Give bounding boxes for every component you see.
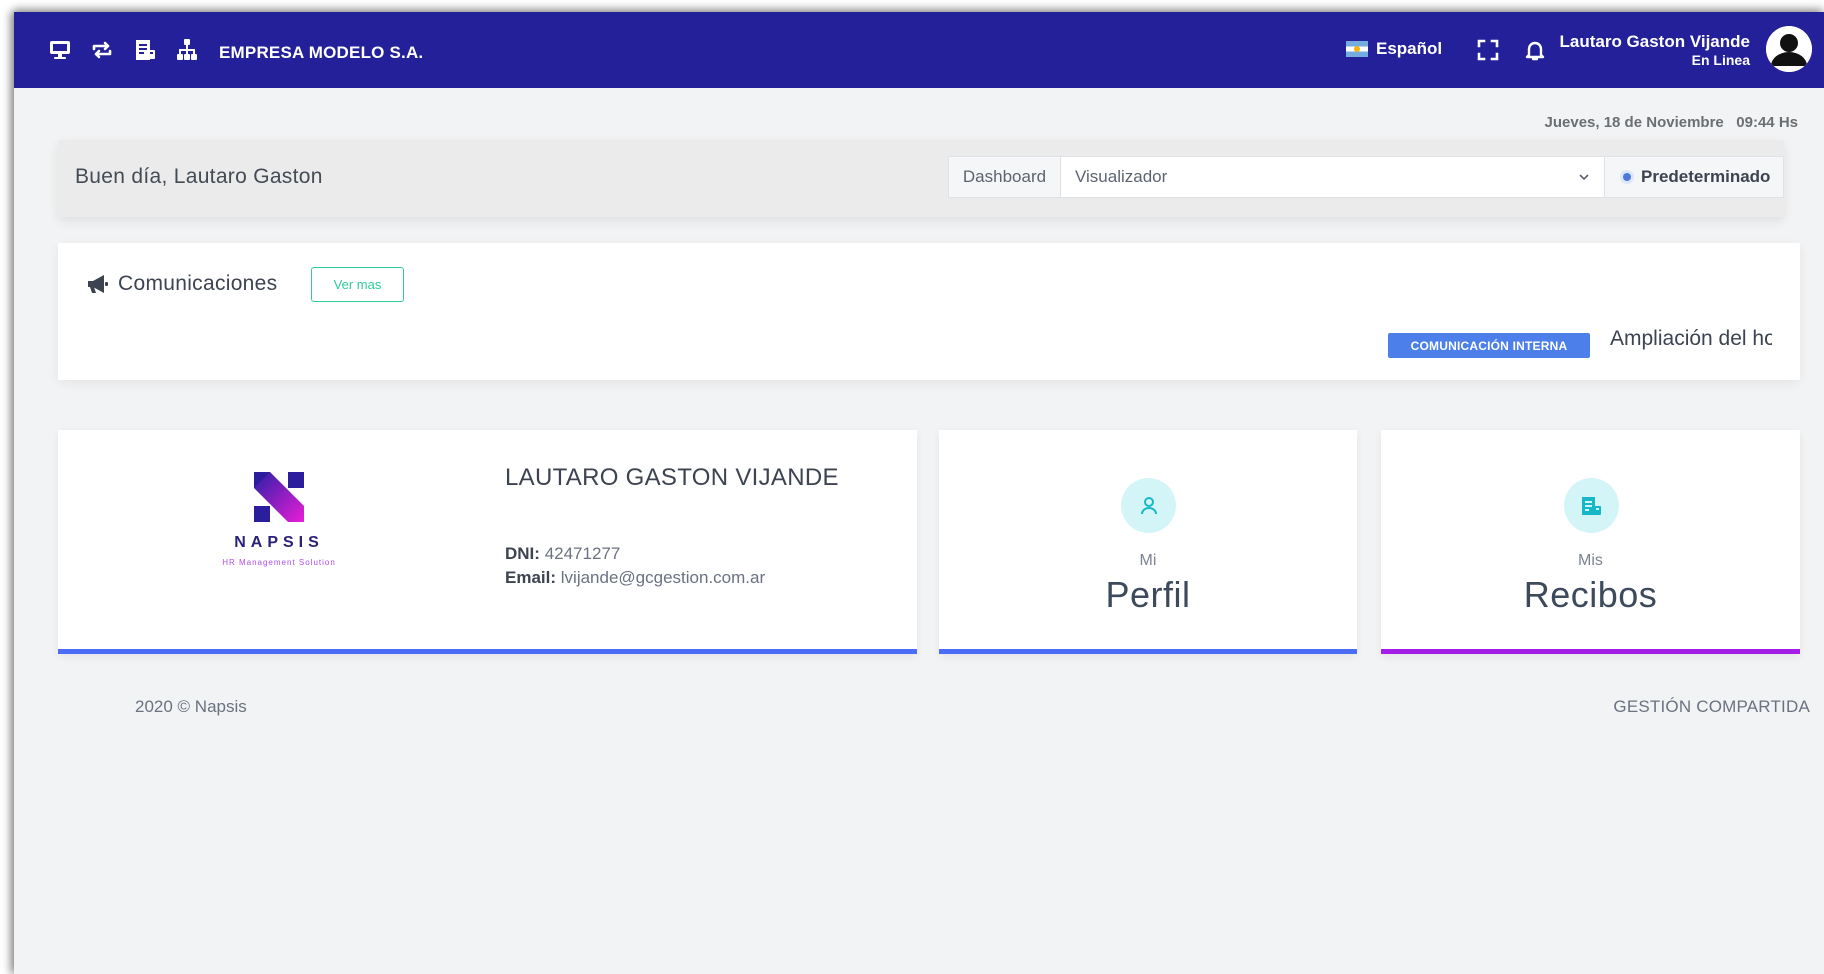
swap-icon[interactable] — [89, 37, 115, 63]
receipt-icon[interactable] — [132, 37, 158, 63]
logo-name: NAPSIS — [234, 534, 324, 551]
greeting-bar: Buen día, Lautaro Gaston Dashboard Visua… — [58, 140, 1784, 217]
logo-tagline: HR Management Solution — [222, 558, 336, 567]
footer-brand: GESTIÓN COMPARTIDA — [1613, 697, 1810, 716]
recibos-title: Recibos — [1523, 574, 1658, 615]
email-label: Email: — [505, 568, 557, 587]
news-ticker-text[interactable]: Ampliación del horario — [1610, 327, 1772, 351]
mis-recibos-card[interactable]: Mis Recibos — [1381, 430, 1800, 654]
argentina-flag-icon — [1346, 41, 1368, 57]
mi-perfil-card[interactable]: Mi Perfil — [939, 430, 1357, 654]
communications-title: Comunicaciones — [118, 272, 278, 295]
company-name: EMPRESA MODELO S.A. — [219, 43, 424, 62]
communications-header: Comunicaciones — [86, 272, 277, 296]
dashboard-label: Dashboard — [949, 157, 1061, 197]
avatar[interactable] — [1766, 26, 1812, 72]
card-accent-bar — [939, 649, 1357, 654]
recibos-sub: Mis — [1578, 552, 1603, 569]
napsis-logo-icon — [254, 472, 304, 522]
dashboard-selector: Dashboard Visualizador Predeterminado — [948, 156, 1784, 198]
fullscreen-icon[interactable] — [1475, 37, 1501, 63]
top-navbar: EMPRESA MODELO S.A. Español Lautaro Gast… — [14, 12, 1824, 88]
default-toggle[interactable]: Predeterminado — [1605, 157, 1783, 197]
card-accent-bar — [58, 649, 917, 654]
employee-card: NAPSIS HR Management Solution LAUTARO GA… — [58, 430, 917, 654]
footer-copyright: 2020 © Napsis — [135, 697, 247, 716]
dni-label: DNI: — [505, 544, 540, 563]
ver-mas-button[interactable]: Ver mas — [311, 267, 404, 302]
monitor-icon[interactable] — [47, 37, 73, 63]
receipt-icon — [1563, 478, 1619, 533]
bell-icon[interactable] — [1522, 37, 1548, 63]
dashboard-selected-value: Visualizador — [1075, 167, 1168, 186]
current-date: Jueves, 18 de Noviembre — [1544, 114, 1724, 131]
datetime: Jueves, 18 de Noviembre 09:44 Hs — [1545, 114, 1799, 131]
greeting-text: Buen día, Lautaro Gaston — [75, 165, 323, 188]
employee-dni: DNI: 42471277 — [505, 544, 620, 564]
communications-card: Comunicaciones Ver mas COMUNICACIÓN INTE… — [58, 243, 1800, 380]
perfil-title: Perfil — [1105, 574, 1191, 615]
current-time: 09:44 Hs — [1736, 114, 1798, 131]
email-value: lvijande@gcgestion.com.ar — [560, 568, 766, 587]
employee-email: Email: lvijande@gcgestion.com.ar — [505, 568, 765, 588]
perfil-sub: Mi — [1139, 552, 1157, 569]
employee-name: LAUTARO GASTON VIJANDE — [505, 464, 839, 491]
napsis-logo: NAPSIS HR Management Solution — [204, 470, 354, 567]
dashboard-select[interactable]: Visualizador — [1061, 157, 1605, 197]
default-label: Predeterminado — [1641, 167, 1771, 186]
user-status: En Linea — [1691, 52, 1750, 68]
language-selector[interactable]: Español — [1346, 39, 1442, 59]
category-badge: COMUNICACIÓN INTERNA — [1388, 333, 1590, 358]
radio-dot-icon — [1623, 173, 1631, 181]
chevron-down-icon — [1579, 174, 1589, 181]
app-window: EMPRESA MODELO S.A. Español Lautaro Gast… — [14, 12, 1824, 974]
dni-value: 42471277 — [544, 544, 621, 563]
card-accent-bar — [1381, 649, 1800, 654]
user-name[interactable]: Lautaro Gaston Vijande — [1559, 32, 1750, 52]
user-icon — [1121, 478, 1176, 533]
org-chart-icon[interactable] — [174, 37, 200, 63]
language-label: Español — [1376, 39, 1443, 58]
megaphone-icon — [88, 275, 108, 293]
